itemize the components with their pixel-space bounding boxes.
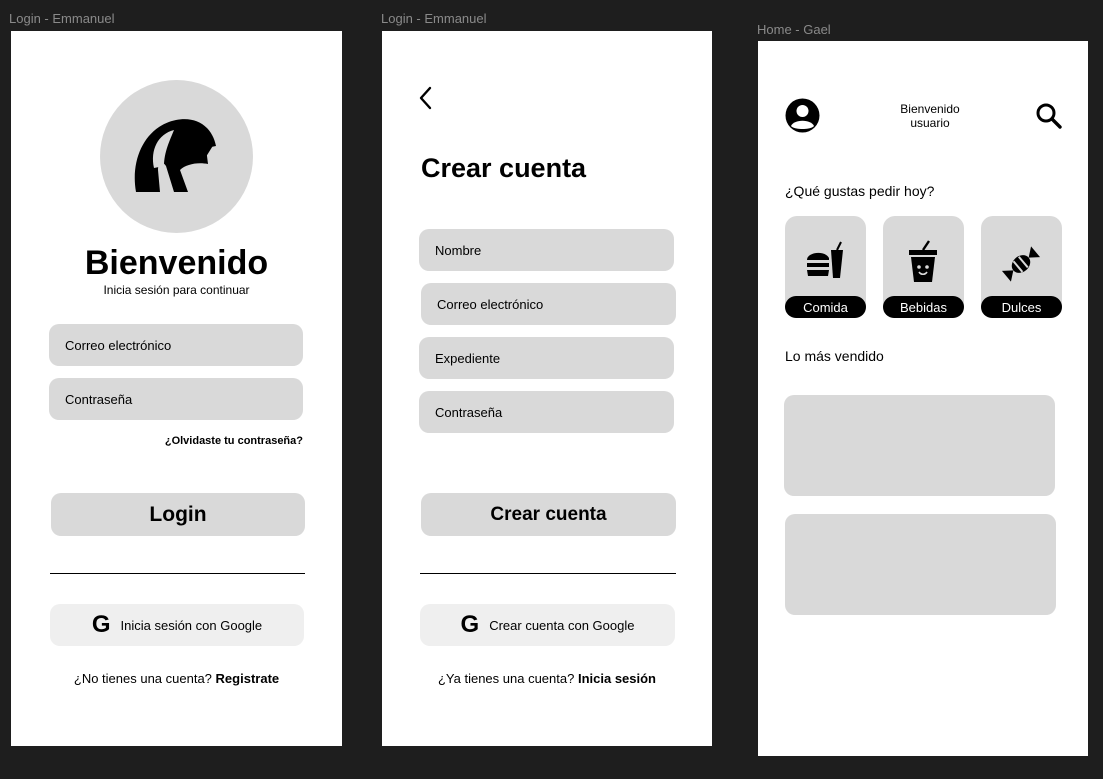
register-prompt-text: ¿No tienes una cuenta? xyxy=(73,671,212,686)
email-placeholder: Correo electrónico xyxy=(65,337,172,353)
home-frame: Bienvenido usuario ¿Qué gustas pedir hoy… xyxy=(758,41,1088,756)
google-icon: G xyxy=(91,611,111,638)
register-title: Crear cuenta xyxy=(421,153,587,183)
register-email-placeholder: Correo electrónico xyxy=(437,296,544,312)
register-prompt: ¿No tienes una cuenta? Registrate xyxy=(11,671,342,686)
spartan-helmet-icon xyxy=(134,119,216,192)
welcome-text: Bienvenido usuario xyxy=(886,102,974,130)
login-prompt: ¿Ya tienes una cuenta? Inicia sesión xyxy=(382,671,712,686)
google-register-label: Crear cuenta con Google xyxy=(489,617,635,633)
divider xyxy=(50,573,305,574)
login-frame: Bienvenido Inicia sesión para continuar … xyxy=(11,31,342,746)
product-card[interactable] xyxy=(784,395,1055,496)
register-email-field[interactable]: Correo electrónico xyxy=(421,283,676,325)
login-button-label: Login xyxy=(149,502,207,526)
login-link[interactable]: Inicia sesión xyxy=(578,671,656,686)
frame-label-login: Login - Emmanuel xyxy=(9,11,115,26)
user-avatar-icon[interactable] xyxy=(785,98,820,133)
create-account-label: Crear cuenta xyxy=(490,503,607,525)
category-bebidas[interactable]: Bebidas xyxy=(883,216,964,318)
password-field[interactable]: Contraseña xyxy=(49,378,303,420)
register-password-field[interactable]: Contraseña xyxy=(419,391,674,433)
order-question: ¿Qué gustas pedir hoy? xyxy=(785,183,935,199)
category-dulces-label: Dulces xyxy=(981,296,1062,318)
email-field[interactable]: Correo electrónico xyxy=(49,324,303,366)
category-comida[interactable]: Comida xyxy=(785,216,866,318)
forgot-password-link[interactable]: ¿Olvidaste tu contraseña? xyxy=(165,435,303,447)
burger-drink-icon xyxy=(807,241,843,278)
category-comida-label: Comida xyxy=(785,296,866,318)
welcome-line2: usuario xyxy=(910,116,950,130)
google-login-button[interactable]: G Inicia sesión con Google xyxy=(50,604,304,646)
register-link[interactable]: Registrate xyxy=(216,671,280,686)
google-icon: G xyxy=(460,611,480,638)
register-frame: Crear cuenta Nombre Correo electrónico E… xyxy=(382,31,712,746)
register-password-placeholder: Contraseña xyxy=(435,404,503,420)
google-register-button[interactable]: G Crear cuenta con Google xyxy=(420,604,675,646)
product-card[interactable] xyxy=(785,514,1056,615)
frame-label-home: Home - Gael xyxy=(757,22,831,37)
search-icon[interactable] xyxy=(1035,102,1063,130)
login-button[interactable]: Login xyxy=(51,493,305,536)
name-placeholder: Nombre xyxy=(435,242,482,258)
login-subtitle: Inicia sesión para continuar xyxy=(103,283,250,297)
register-divider xyxy=(420,573,676,574)
expediente-field[interactable]: Expediente xyxy=(419,337,674,379)
category-dulces[interactable]: Dulces xyxy=(981,216,1062,318)
category-bebidas-label: Bebidas xyxy=(883,296,964,318)
best-sellers-heading: Lo más vendido xyxy=(785,348,884,364)
expediente-placeholder: Expediente xyxy=(435,350,501,366)
google-login-label: Inicia sesión con Google xyxy=(120,617,263,633)
create-account-button[interactable]: Crear cuenta xyxy=(421,493,676,536)
welcome-line1: Bienvenido xyxy=(900,102,960,116)
password-placeholder: Contraseña xyxy=(65,391,133,407)
cup-icon xyxy=(909,240,937,282)
chevron-left-icon[interactable] xyxy=(418,86,434,110)
frame-label-register: Login - Emmanuel xyxy=(381,11,487,26)
logo-avatar xyxy=(100,80,253,233)
name-field[interactable]: Nombre xyxy=(419,229,674,271)
login-prompt-text: ¿Ya tienes una cuenta? xyxy=(437,671,575,686)
candy-icon xyxy=(1001,246,1041,282)
login-title: Bienvenido xyxy=(84,244,269,282)
